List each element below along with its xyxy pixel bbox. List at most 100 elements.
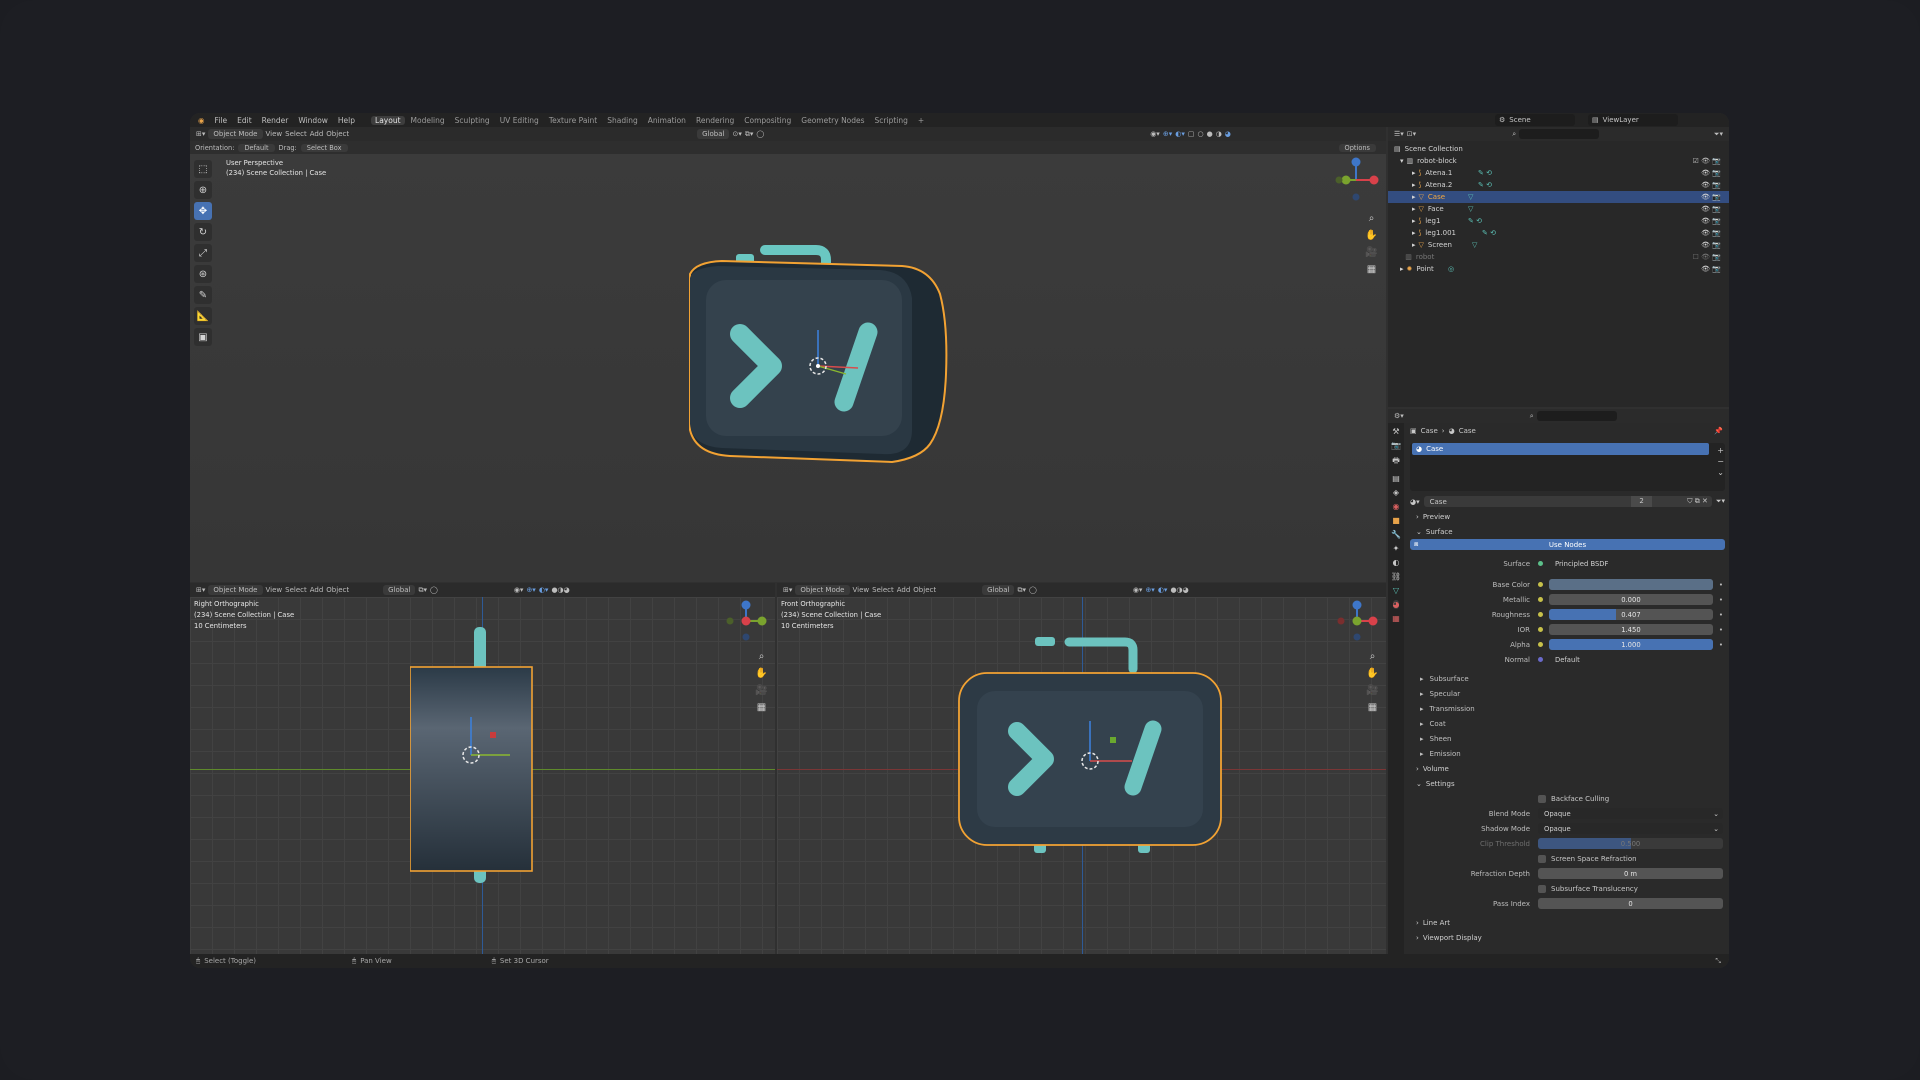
mode-selector[interactable]: Object Mode bbox=[208, 129, 263, 139]
pan-hand-icon[interactable]: ✋ bbox=[754, 666, 769, 681]
menu-help[interactable]: Help bbox=[334, 116, 359, 125]
view-layer-tab-icon[interactable]: ▤ bbox=[1392, 474, 1400, 483]
clip-threshold-field[interactable]: 0.500 bbox=[1538, 838, 1723, 849]
field-value[interactable]: 1.000 bbox=[1549, 639, 1713, 650]
navigation-gizmo[interactable] bbox=[1332, 156, 1380, 204]
pass-index-field[interactable]: 0 bbox=[1538, 898, 1723, 909]
camera-icon[interactable]: 🎥 bbox=[1365, 683, 1380, 698]
mode-selector[interactable]: Object Mode bbox=[208, 585, 263, 595]
menu-file[interactable]: File bbox=[211, 116, 232, 125]
view-layer-selector[interactable]: ▤ ViewLayer bbox=[1588, 114, 1678, 126]
tree-collection[interactable]: ▥ robot ☐ 👁 📷 bbox=[1388, 251, 1729, 263]
menu-render[interactable]: Render bbox=[258, 116, 293, 125]
menu-select[interactable]: Select bbox=[285, 130, 307, 138]
keyframe-icon[interactable]: • bbox=[1719, 626, 1723, 634]
field-value[interactable]: 0.407 bbox=[1549, 609, 1713, 620]
material-tab-icon[interactable]: ◕ bbox=[1392, 600, 1400, 609]
preview-section[interactable]: › Preview bbox=[1406, 509, 1729, 524]
tree-item[interactable]: ▸ ⟆ Atena.1 ✎ ⟲ 👁 📷 bbox=[1388, 167, 1729, 179]
subpanel-specular[interactable]: ▸ Specular bbox=[1406, 686, 1729, 701]
refraction-depth-field[interactable]: 0 m bbox=[1538, 868, 1723, 879]
world-tab-icon[interactable]: ◉ bbox=[1393, 502, 1400, 511]
menu-object[interactable]: Object bbox=[326, 130, 349, 138]
tab-geometry-nodes[interactable]: Geometry Nodes bbox=[797, 116, 868, 125]
texture-tab-icon[interactable]: ▦ bbox=[1392, 614, 1400, 623]
row-toggles-icon[interactable]: ☐ 👁 📷 bbox=[1693, 253, 1721, 261]
tree-item[interactable]: ▸ ⟆ leg1.001 ✎ ⟲ 👁 📷 bbox=[1388, 227, 1729, 239]
data-tab-icon[interactable]: ▽ bbox=[1393, 586, 1399, 595]
transform-tool-icon[interactable]: ⊛ bbox=[194, 265, 212, 283]
menu-object[interactable]: Object bbox=[913, 586, 936, 594]
keyframe-icon[interactable]: • bbox=[1719, 596, 1723, 604]
overlay-toggle-icon[interactable]: ◐▾ bbox=[539, 586, 549, 594]
zoom-icon[interactable]: ⌕ bbox=[754, 649, 769, 664]
resize-icon[interactable]: ⤡ bbox=[1715, 957, 1721, 966]
keyframe-icon[interactable]: • bbox=[1719, 641, 1723, 649]
viewport-front[interactable]: ⊞▾ Object Mode View Select Add Object Gl… bbox=[777, 583, 1386, 954]
line-art-section[interactable]: › Line Art bbox=[1406, 915, 1729, 930]
subpanel-transmission[interactable]: ▸ Transmission bbox=[1406, 701, 1729, 716]
select-tool-icon[interactable]: ⬚ bbox=[194, 160, 212, 178]
viewport-right-canvas[interactable]: Right Orthographic (234) Scene Collectio… bbox=[190, 597, 775, 954]
visibility-icon[interactable]: ◉▾ bbox=[1150, 130, 1160, 138]
viewport-main[interactable]: ⊞▾ Object Mode View Select Add Object Gl… bbox=[190, 127, 1386, 582]
filter-icon[interactable]: ⏷▾ bbox=[1714, 130, 1723, 139]
editor-type-icon[interactable]: ⊞▾ bbox=[196, 586, 205, 594]
transform-orientation[interactable]: Global bbox=[982, 585, 1015, 595]
settings-section[interactable]: ⌄ Settings bbox=[1406, 776, 1729, 791]
field-value[interactable]: 1.450 bbox=[1549, 624, 1713, 635]
remove-slot-icon[interactable]: − bbox=[1717, 456, 1724, 467]
rotate-tool-icon[interactable]: ↻ bbox=[194, 223, 212, 241]
output-tab-icon[interactable]: 🖶 bbox=[1392, 455, 1400, 469]
perspective-grid-icon[interactable]: ▦ bbox=[1365, 700, 1380, 715]
mode-selector[interactable]: Object Mode bbox=[795, 585, 850, 595]
keyframe-icon[interactable]: • bbox=[1719, 581, 1723, 589]
tab-scripting[interactable]: Scripting bbox=[871, 116, 912, 125]
viewport-right[interactable]: ⊞▾ Object Mode View Select Add Object Gl… bbox=[190, 583, 775, 954]
row-toggles-icon[interactable]: 👁 📷 bbox=[1701, 265, 1721, 273]
material-slot-list[interactable]: ◕ Case + − ⌄ bbox=[1410, 443, 1725, 491]
tab-animation[interactable]: Animation bbox=[644, 116, 690, 125]
menu-add[interactable]: Add bbox=[310, 130, 324, 138]
constraints-tab-icon[interactable]: ⛓ bbox=[1391, 572, 1401, 581]
expand-icon[interactable]: ▾ bbox=[1400, 157, 1404, 165]
row-toggles-icon[interactable]: 👁 📷 bbox=[1701, 181, 1721, 189]
menu-add[interactable]: Add bbox=[310, 586, 324, 594]
menu-view[interactable]: View bbox=[266, 130, 283, 138]
editor-type-icon[interactable]: ⚙▾ bbox=[1394, 412, 1404, 420]
overlay-toggle-icon[interactable]: ◐▾ bbox=[1158, 586, 1168, 594]
pivot-icon[interactable]: ⊙▾ bbox=[732, 130, 741, 138]
scale-tool-icon[interactable]: ⤢ bbox=[194, 244, 212, 262]
add-cube-tool-icon[interactable]: ▣ bbox=[194, 328, 212, 346]
menu-view[interactable]: View bbox=[266, 586, 283, 594]
editor-type-icon[interactable]: ⊞▾ bbox=[783, 586, 792, 594]
menu-window[interactable]: Window bbox=[294, 116, 332, 125]
menu-select[interactable]: Select bbox=[285, 586, 307, 594]
surface-section[interactable]: ⌄ Surface bbox=[1406, 524, 1729, 539]
modifier-tab-icon[interactable]: 🔧 bbox=[1391, 530, 1401, 539]
visibility-icon[interactable]: ◉▾ bbox=[1133, 586, 1143, 594]
move-tool-icon[interactable]: ✥ bbox=[194, 202, 212, 220]
filter-icon[interactable]: ⏷▾ bbox=[1716, 497, 1725, 506]
tab-uv-editing[interactable]: UV Editing bbox=[496, 116, 543, 125]
fake-user-icon[interactable]: ⛉ ⧉ ✕ bbox=[1687, 497, 1708, 506]
drag-dropdown[interactable]: Select Box bbox=[300, 143, 348, 152]
ssr-checkbox[interactable] bbox=[1538, 854, 1546, 863]
viewport-main-canvas[interactable]: User Perspective (234) Scene Collection … bbox=[190, 154, 1386, 582]
physics-tab-icon[interactable]: ◐ bbox=[1393, 558, 1400, 567]
proportional-icon[interactable]: ◯ bbox=[430, 586, 438, 594]
material-name-field[interactable]: Case 2 ⛉ ⧉ ✕ bbox=[1423, 496, 1712, 507]
subpanel-sheen[interactable]: ▸ Sheen bbox=[1406, 731, 1729, 746]
tree-item[interactable]: ▸ ▽ Face ▽ 👁 📷 bbox=[1388, 203, 1729, 215]
tool-tab-icon[interactable]: ⚒ bbox=[1392, 427, 1399, 436]
field-value[interactable]: 0.000 bbox=[1549, 594, 1713, 605]
outliner-search-input[interactable] bbox=[1519, 129, 1600, 139]
transform-orientation[interactable]: Global bbox=[383, 585, 416, 595]
tab-texture-paint[interactable]: Texture Paint bbox=[545, 116, 601, 125]
tab-layout[interactable]: Layout bbox=[371, 115, 405, 125]
volume-section[interactable]: › Volume bbox=[1406, 761, 1729, 776]
field-value[interactable] bbox=[1549, 579, 1713, 590]
blend-mode-dropdown[interactable]: Opaque ⌄ bbox=[1538, 808, 1723, 819]
zoom-icon[interactable]: ⌕ bbox=[1365, 649, 1380, 664]
pan-hand-icon[interactable]: ✋ bbox=[1365, 666, 1380, 681]
